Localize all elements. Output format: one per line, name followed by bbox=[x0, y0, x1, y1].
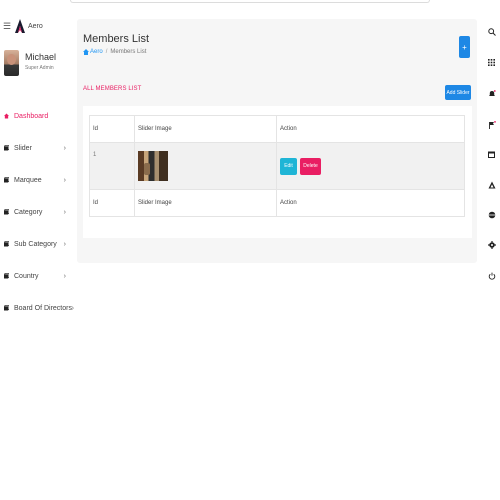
brand[interactable]: ☰ Aero bbox=[3, 17, 43, 35]
section-label: ALL MEMBERS LIST bbox=[83, 86, 142, 92]
breadcrumb: Aero / Members List bbox=[83, 49, 146, 55]
avatar[interactable] bbox=[4, 50, 19, 76]
theme-icon[interactable] bbox=[487, 180, 496, 189]
search-icon[interactable] bbox=[487, 27, 496, 36]
collection-icon bbox=[4, 209, 9, 215]
language-icon[interactable] bbox=[487, 210, 496, 219]
sidebar: ☰ Aero Michael Super Admin Dashboard Sli… bbox=[0, 0, 74, 500]
sidebar-item-slider[interactable]: Slider › bbox=[4, 140, 68, 156]
chevron-right-icon: › bbox=[63, 144, 66, 152]
sidebar-item-board-of-directors[interactable]: Board Of Directors › bbox=[4, 300, 74, 316]
edit-button[interactable]: Edit bbox=[280, 157, 297, 175]
chevron-right-icon: › bbox=[71, 304, 74, 312]
flag-icon[interactable] bbox=[487, 120, 496, 129]
sidebar-item-label: Slider bbox=[14, 144, 32, 152]
aero-logo-icon bbox=[15, 19, 25, 33]
cell-slider-image bbox=[134, 142, 277, 190]
chevron-right-icon: › bbox=[63, 208, 66, 216]
power-icon[interactable] bbox=[487, 271, 496, 280]
table-header-row: Id Slider Image Action bbox=[89, 115, 465, 143]
column-footer-action: Action bbox=[276, 189, 465, 217]
table-row: 1 Edit Delete bbox=[89, 142, 465, 190]
breadcrumb-separator: / bbox=[105, 49, 108, 55]
table-card: Id Slider Image Action 1 Edit Delete Id S… bbox=[83, 106, 472, 238]
collection-icon bbox=[4, 177, 9, 183]
sidebar-item-category[interactable]: Category › bbox=[4, 204, 68, 220]
add-fab-button[interactable]: + bbox=[459, 36, 470, 58]
cell-action: Edit Delete bbox=[276, 142, 465, 190]
collection-icon bbox=[4, 305, 9, 311]
collection-icon bbox=[4, 145, 9, 151]
sidebar-item-label: Country bbox=[14, 272, 39, 280]
delete-button[interactable]: Delete bbox=[300, 157, 321, 175]
home-icon bbox=[83, 49, 89, 55]
slider-image[interactable] bbox=[138, 151, 168, 181]
sidebar-item-label: Category bbox=[14, 208, 43, 216]
bell-icon[interactable] bbox=[487, 89, 496, 98]
sidebar-item-dashboard[interactable]: Dashboard bbox=[4, 108, 68, 124]
apps-icon[interactable] bbox=[487, 58, 496, 67]
user-name: Michael bbox=[25, 52, 57, 62]
collection-icon bbox=[4, 273, 9, 279]
sidebar-item-marquee[interactable]: Marquee › bbox=[4, 172, 68, 188]
breadcrumb-current: Members List bbox=[110, 49, 147, 55]
calendar-icon[interactable] bbox=[487, 150, 496, 159]
members-table: Id Slider Image Action 1 Edit Delete Id S… bbox=[89, 115, 465, 217]
column-footer-slider-image: Slider Image bbox=[134, 189, 277, 217]
chevron-right-icon: › bbox=[63, 176, 66, 184]
column-header-id[interactable]: Id bbox=[89, 115, 135, 143]
sidebar-item-label: Marquee bbox=[14, 176, 42, 184]
user-role: Super Admin bbox=[25, 65, 54, 71]
column-header-action[interactable]: Action bbox=[276, 115, 465, 143]
hamburger-icon[interactable]: ☰ bbox=[3, 21, 12, 31]
sidebar-item-label: Dashboard bbox=[14, 112, 49, 120]
column-header-slider-image[interactable]: Slider Image bbox=[134, 115, 277, 143]
chevron-right-icon: › bbox=[63, 240, 66, 248]
home-icon bbox=[4, 113, 9, 119]
column-footer-id: Id bbox=[89, 189, 135, 217]
add-slider-button[interactable]: Add Slider bbox=[445, 85, 471, 100]
right-rail bbox=[484, 0, 500, 500]
top-bar bbox=[70, 0, 430, 3]
table-footer-row: Id Slider Image Action bbox=[89, 189, 465, 217]
collection-icon bbox=[4, 241, 9, 247]
chevron-right-icon: › bbox=[63, 272, 66, 280]
sidebar-item-label: Board Of Directors bbox=[14, 304, 72, 312]
cell-id: 1 bbox=[89, 142, 135, 190]
breadcrumb-home-link[interactable]: Aero bbox=[90, 49, 103, 55]
brand-name: Aero bbox=[28, 22, 43, 30]
sidebar-item-country[interactable]: Country › bbox=[4, 268, 68, 284]
settings-icon[interactable] bbox=[487, 240, 496, 249]
sidebar-item-sub-category[interactable]: Sub Category › bbox=[4, 236, 68, 252]
user-profile[interactable]: Michael Super Admin bbox=[4, 50, 56, 76]
page-title: Members List bbox=[83, 33, 150, 45]
sidebar-item-label: Sub Category bbox=[14, 240, 57, 248]
